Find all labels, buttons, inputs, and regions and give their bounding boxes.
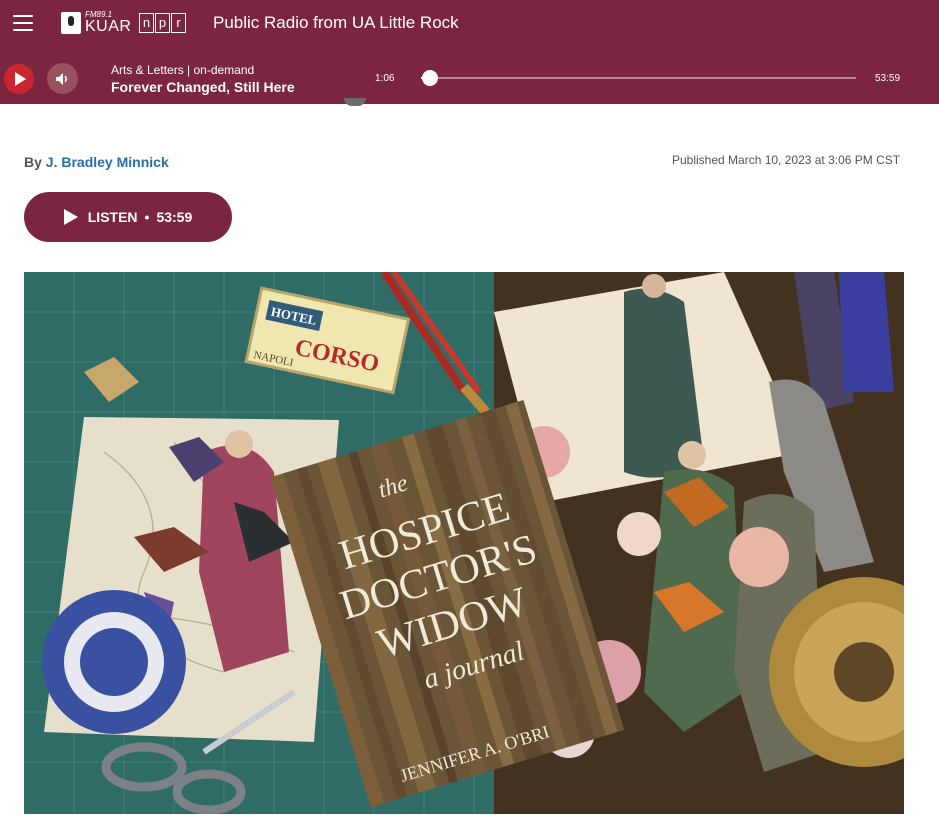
by-label: By <box>24 154 42 170</box>
menu-icon[interactable] <box>13 15 33 33</box>
listen-duration: 53:59 <box>156 209 193 225</box>
progress-slider[interactable] <box>421 70 856 86</box>
play-button[interactable] <box>4 64 34 94</box>
listen-button[interactable]: LISTEN • 53:59 <box>24 192 232 242</box>
listen-label: LISTEN <box>87 209 138 225</box>
volume-button[interactable] <box>47 63 78 94</box>
logo-name: KUAR <box>85 18 132 35</box>
npr-letter: r <box>171 13 186 33</box>
program-name[interactable]: Arts & Letters | on-demand <box>111 63 254 77</box>
player-bar: FM89.1 KUAR n p r Public Radio from UA L… <box>0 0 939 104</box>
episode-title[interactable]: Forever Changed, Still Here <box>111 79 295 95</box>
separator-dot: • <box>144 209 150 225</box>
author-avatar <box>344 98 366 106</box>
play-icon <box>63 209 78 225</box>
npr-letter: n <box>139 13 154 33</box>
microphone-icon <box>61 12 81 34</box>
published-date: Published March 10, 2023 at 3:06 PM CST <box>672 153 901 167</box>
author-link[interactable]: J. Bradley Minnick <box>46 154 169 170</box>
hero-image: HOTEL CORSO NAPOLI the HOSPICE DOCTOR'S … <box>24 272 904 814</box>
station-name[interactable]: Public Radio from UA Little Rock <box>213 13 459 33</box>
npr-letter: p <box>155 13 170 33</box>
byline: By J. Bradley Minnick <box>24 154 169 170</box>
speaker-icon <box>56 73 67 85</box>
npr-logo[interactable]: n p r <box>139 13 187 33</box>
elapsed-time: 1:06 <box>375 73 395 84</box>
total-duration: 53:59 <box>875 73 901 84</box>
progress-thumb[interactable] <box>421 70 438 86</box>
kuar-logo[interactable]: FM89.1 KUAR <box>61 11 131 35</box>
